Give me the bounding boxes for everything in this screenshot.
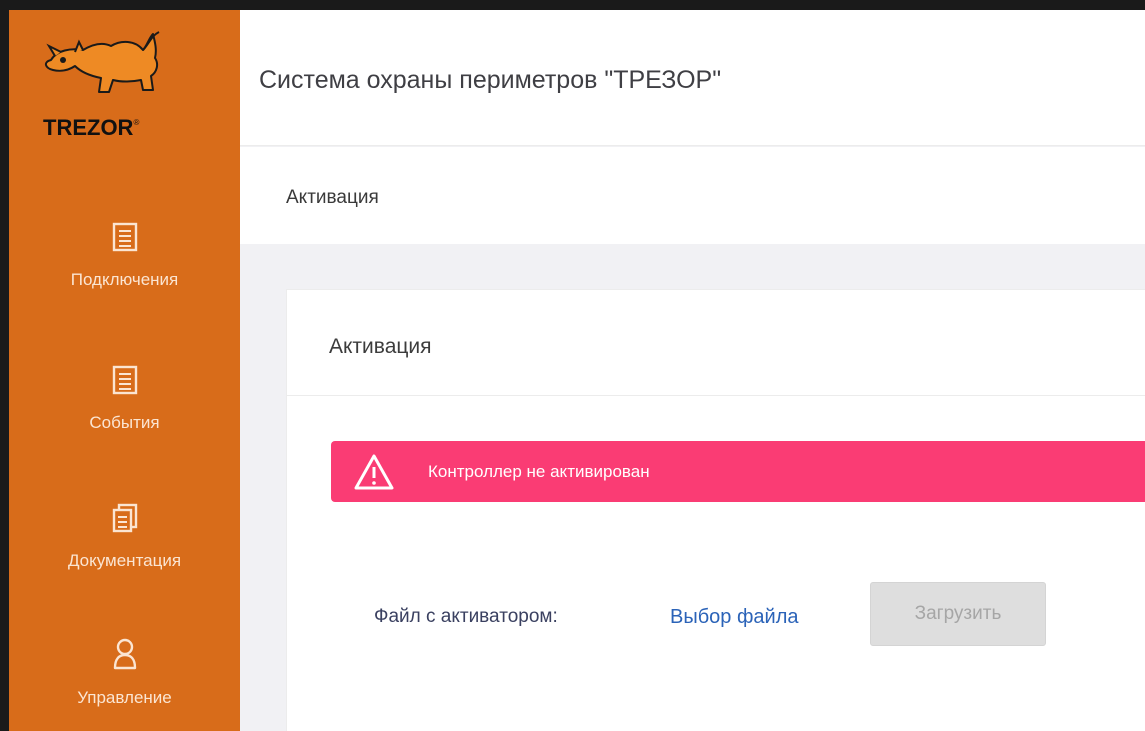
list-icon [112, 222, 137, 252]
sidebar-item-events[interactable]: События [9, 365, 240, 433]
sidebar-item-connections[interactable]: Подключения [9, 222, 240, 290]
app-window: TREZOR® Подключения События Документация… [0, 0, 1145, 731]
main-content: Система охраны периметров "ТРЕЗОР" Актив… [240, 10, 1145, 731]
cat-logo-icon [45, 31, 160, 93]
sidebar-item-label: Документация [67, 551, 182, 570]
top-bar: Система охраны периметров "ТРЕЗОР" [240, 10, 1145, 146]
sidebar-item-documentation[interactable]: Документация [9, 503, 240, 571]
card-title: Активация [329, 335, 432, 358]
documents-icon [112, 503, 137, 533]
sidebar-item-management[interactable]: Управление [9, 638, 240, 708]
sidebar-item-label: События [89, 413, 160, 432]
logo[interactable]: TREZOR® [31, 20, 181, 140]
card-header: Активация [287, 290, 1145, 396]
upload-button[interactable]: Загрузить [870, 582, 1046, 646]
file-label: Файл с активатором: [374, 606, 558, 627]
logo-text: TREZOR® [43, 115, 140, 140]
breadcrumb: Активация [240, 147, 1145, 244]
list-icon [112, 365, 137, 395]
choose-file-button[interactable]: Выбор файла [670, 606, 799, 629]
breadcrumb-current: Активация [286, 187, 379, 208]
sidebar: TREZOR® Подключения События Документация… [9, 10, 240, 731]
app-title: Система охраны периметров "ТРЕЗОР" [259, 66, 722, 94]
sidebar-item-label: Подключения [70, 270, 179, 289]
file-upload-row: Файл с активатором: Выбор файла Загрузит… [287, 582, 1145, 646]
alert-message: Контроллер не активирован [428, 462, 650, 481]
user-icon [113, 638, 136, 670]
error-alert: Контроллер не активирован [331, 441, 1145, 502]
sidebar-item-label: Управление [77, 688, 172, 707]
warning-icon [354, 454, 394, 490]
activation-card: Активация Контроллер не активирован Файл… [286, 289, 1145, 731]
